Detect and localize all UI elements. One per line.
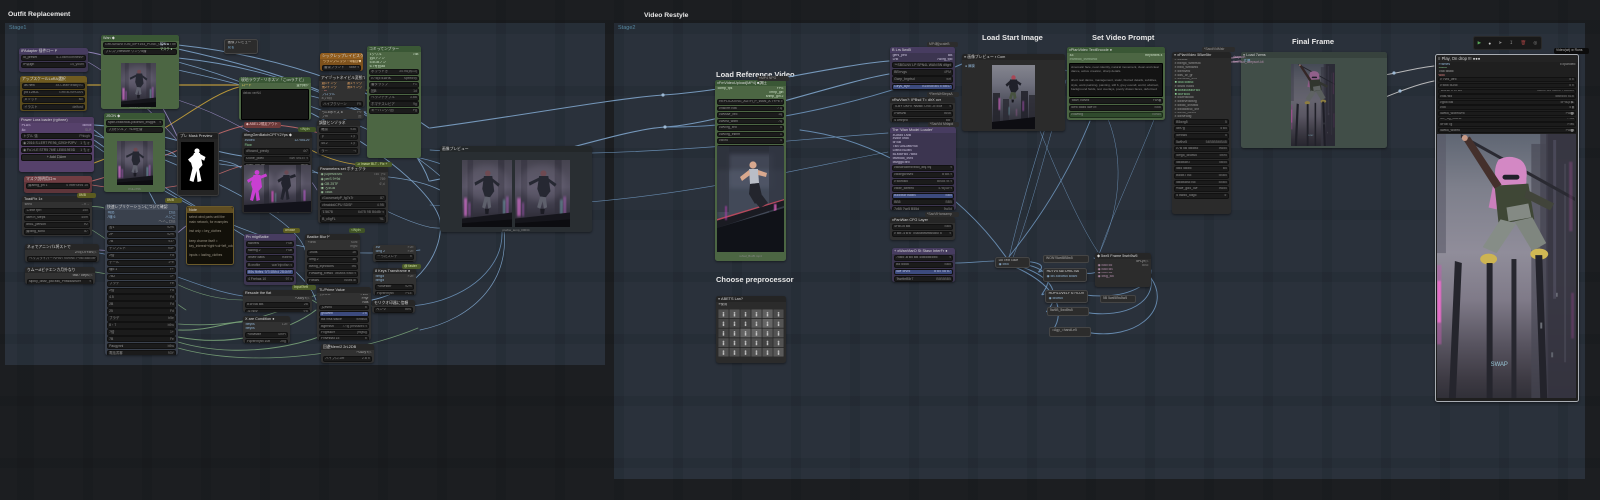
svg-text:SWAP: SWAP bbox=[1491, 362, 1508, 368]
